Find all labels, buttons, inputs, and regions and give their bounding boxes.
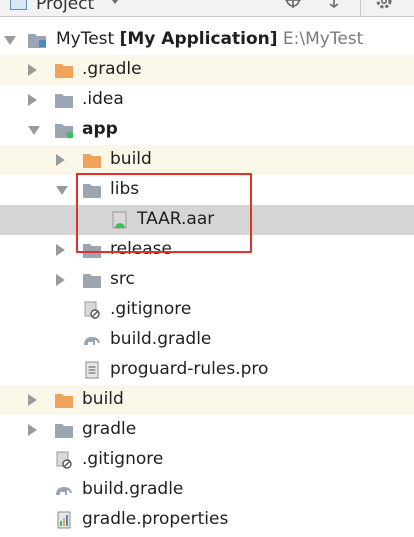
gradle-elephant-icon	[84, 337, 100, 345]
folder-orange-icon	[83, 154, 101, 168]
module-folder-icon	[55, 124, 74, 139]
dropdown-caret-icon[interactable]	[109, 0, 121, 4]
aar-file-icon	[112, 211, 127, 229]
expand-arrow-icon[interactable]	[28, 424, 37, 436]
tree-item-label: app	[82, 119, 118, 139]
tree-item-label: build	[82, 389, 124, 409]
folder-gray-icon	[83, 274, 101, 288]
expand-arrow-icon[interactable]	[56, 244, 65, 256]
tree-row[interactable]: src	[0, 265, 414, 295]
tree-item-label: TAAR.aar	[137, 209, 215, 229]
tree-row[interactable]: gradle.properties	[0, 505, 414, 535]
project-toolbar: Project	[0, 0, 414, 17]
collapse-all-icon[interactable]	[325, 0, 343, 8]
expand-arrow-icon[interactable]	[56, 154, 65, 166]
tree-row[interactable]: .gitignore	[0, 445, 414, 475]
tree-item-label: build.gradle	[110, 329, 212, 349]
tree-item-label: build	[110, 149, 152, 169]
tree-item-label: build.gradle	[82, 479, 184, 499]
tree-row[interactable]: .idea	[0, 85, 414, 115]
locate-target-icon[interactable]	[284, 0, 302, 9]
folder-gray-icon	[83, 184, 101, 198]
expand-arrow-icon[interactable]	[28, 394, 37, 406]
tree-item-label: proguard-rules.pro	[110, 359, 269, 379]
tree-item-label: gradle	[82, 419, 137, 439]
tree-row[interactable]: build.gradle	[0, 325, 414, 355]
tree-row[interactable]: .gradle	[0, 55, 414, 85]
tree-item-label: gradle.properties	[82, 509, 229, 529]
expand-arrow-icon[interactable]	[4, 36, 16, 45]
tree-item-label: release	[110, 239, 172, 259]
project-view-title[interactable]: Project	[36, 0, 94, 14]
toolbar-separator	[360, 0, 361, 16]
gitignore-file-icon	[56, 451, 72, 469]
tree-item-label: .idea	[82, 89, 124, 109]
folder-orange-icon	[55, 394, 73, 408]
text-file-icon	[85, 361, 99, 379]
gear-icon[interactable]	[374, 0, 394, 11]
tree-row[interactable]: libs	[0, 175, 414, 205]
tree-row[interactable]: .gitignore	[0, 295, 414, 325]
expand-arrow-icon[interactable]	[56, 274, 65, 286]
gradle-elephant-icon	[56, 487, 72, 495]
expand-arrow-icon[interactable]	[28, 64, 37, 76]
tree-label-root: MyTest [My Application] E:\MyTest	[56, 29, 364, 49]
folder-gray-icon	[83, 244, 101, 258]
tree-item-label: .gitignore	[82, 449, 164, 469]
tree-item-label: src	[110, 269, 135, 289]
tree-row-root[interactable]: MyTest [My Application] E:\MyTest	[0, 25, 414, 55]
tree-row[interactable]: build	[0, 385, 414, 415]
properties-file-icon	[57, 511, 71, 529]
project-folder-icon	[28, 34, 46, 48]
tree-item-label: .gitignore	[110, 299, 192, 319]
tree-row[interactable]: build.gradle	[0, 475, 414, 505]
tree-row[interactable]: proguard-rules.pro	[0, 355, 414, 385]
tree-row[interactable]: release	[0, 235, 414, 265]
tree-row-selected[interactable]: TAAR.aar	[0, 205, 414, 235]
tree-row[interactable]: app	[0, 115, 414, 145]
gitignore-file-icon	[84, 301, 100, 319]
folder-gray-icon	[55, 94, 73, 108]
expand-arrow-icon[interactable]	[56, 186, 68, 195]
tree-item-label: libs	[110, 179, 140, 199]
tree-row[interactable]: build	[0, 145, 414, 175]
tree-row[interactable]: gradle	[0, 415, 414, 445]
tree-item-label: .gradle	[82, 59, 142, 79]
expand-arrow-icon[interactable]	[28, 126, 40, 135]
folder-orange-icon	[55, 64, 73, 78]
project-view-icon[interactable]	[10, 0, 27, 10]
folder-gray-icon	[55, 424, 73, 438]
expand-arrow-icon[interactable]	[28, 94, 37, 106]
